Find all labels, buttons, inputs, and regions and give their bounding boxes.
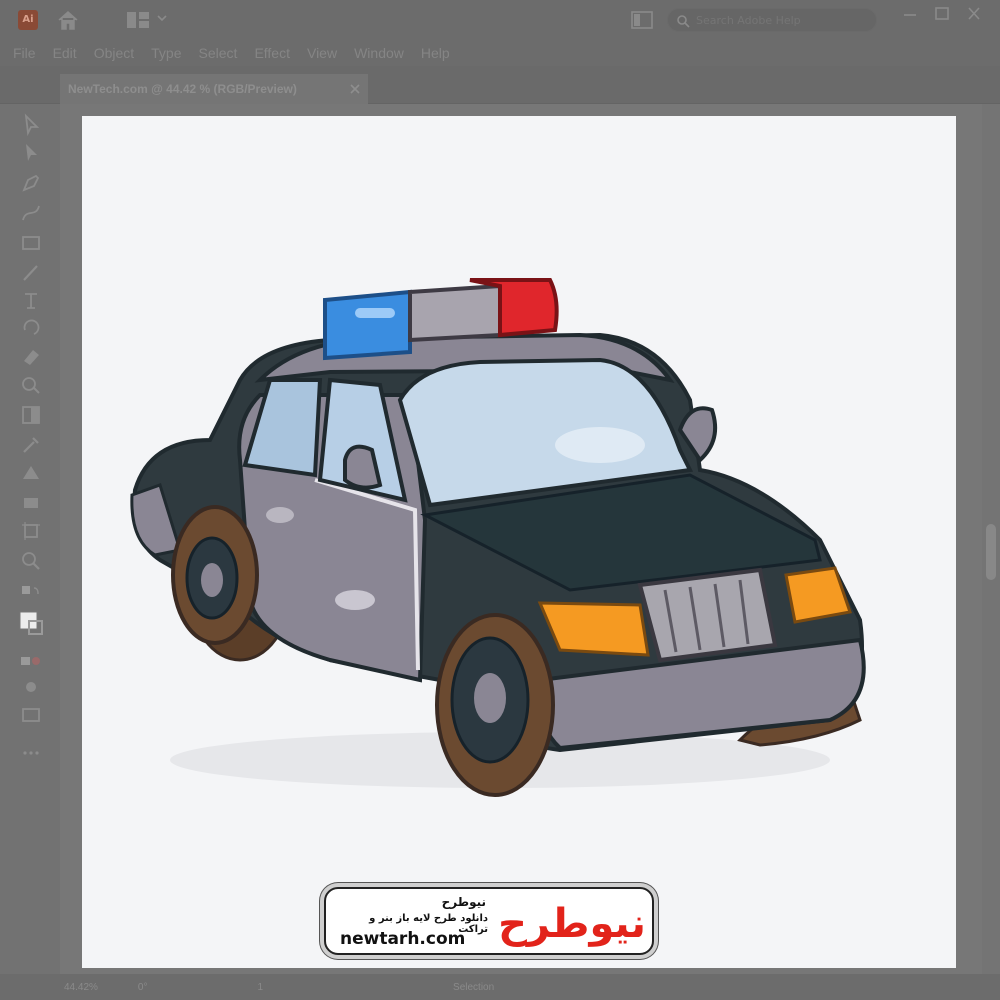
document-tab[interactable]: NewTech.com @ 44.42 % (RGB/Preview) xyxy=(60,74,368,104)
watermark-badge: نیوطرح دانلود طرح لایه باز بنر و تراکت n… xyxy=(324,887,654,955)
menu-view[interactable]: View xyxy=(307,45,337,61)
chevron-down-icon[interactable] xyxy=(156,12,168,24)
menu-effect[interactable]: Effect xyxy=(254,45,290,61)
minimize-icon[interactable] xyxy=(898,5,922,23)
svg-text:نیوطرح: نیوطرح xyxy=(498,901,646,947)
blend-tool-icon[interactable] xyxy=(18,460,44,486)
tab-close-icon[interactable] xyxy=(348,82,362,96)
watermark-title: نیوطرح xyxy=(441,895,486,909)
police-car-illustration[interactable] xyxy=(82,116,956,968)
brush-tool-icon[interactable] xyxy=(18,260,44,286)
zoom-tool-icon[interactable] xyxy=(18,548,44,574)
artboard-tool-icon[interactable] xyxy=(18,518,44,544)
canvas-area[interactable]: نیوطرح دانلود طرح لایه باز بنر و تراکت n… xyxy=(60,104,982,974)
menu-window[interactable]: Window xyxy=(354,45,404,61)
gradient-tool-icon[interactable] xyxy=(18,402,44,428)
artboard[interactable]: نیوطرح دانلود طرح لایه باز بنر و تراکت n… xyxy=(82,116,956,968)
menu-file[interactable]: File xyxy=(13,45,36,61)
rectangle-tool-icon[interactable] xyxy=(18,230,44,256)
rotate-tool-icon[interactable] xyxy=(18,314,44,340)
eraser-tool-icon[interactable] xyxy=(18,344,44,370)
symbol-sprayer-tool-icon[interactable] xyxy=(18,490,44,516)
more-tools-icon[interactable] xyxy=(18,740,44,766)
workspace-icon[interactable] xyxy=(126,11,150,29)
app-logo[interactable]: Ai xyxy=(18,10,38,30)
type-tool-icon[interactable] xyxy=(18,288,44,314)
pen-tool-icon[interactable] xyxy=(18,170,44,196)
search-box[interactable] xyxy=(667,8,877,32)
swap-colors-icon[interactable] xyxy=(18,582,44,608)
fill-stroke-swatch[interactable] xyxy=(18,610,44,636)
watermark-url: newtarh.com xyxy=(340,929,466,949)
title-bar: Ai xyxy=(0,0,1000,40)
draw-mode-icon[interactable] xyxy=(18,674,44,700)
artboard-number[interactable]: 1 xyxy=(257,982,263,993)
zoom-level[interactable]: 44.42% xyxy=(64,982,98,993)
current-tool-label: Selection xyxy=(453,981,495,993)
menu-bar: File Edit Object Type Select Effect View… xyxy=(0,40,1000,66)
menu-help[interactable]: Help xyxy=(421,45,450,61)
search-input[interactable] xyxy=(696,12,866,28)
status-bar: 44.42% 0° 1 Selection xyxy=(0,974,1000,1000)
rotation-value[interactable]: 0° xyxy=(138,982,148,993)
document-tab-bar: NewTech.com @ 44.42 % (RGB/Preview) xyxy=(0,66,1000,104)
curvature-tool-icon[interactable] xyxy=(18,200,44,226)
scrollbar-thumb[interactable] xyxy=(986,524,996,580)
tools-panel xyxy=(8,104,54,974)
menu-edit[interactable]: Edit xyxy=(53,45,77,61)
menu-object[interactable]: Object xyxy=(94,45,134,61)
close-icon[interactable] xyxy=(962,5,986,23)
menu-select[interactable]: Select xyxy=(199,45,238,61)
screen-mode-icon[interactable] xyxy=(18,702,44,728)
newtarh-logo-mark: نیوطرح xyxy=(498,901,646,947)
selection-tool-icon[interactable] xyxy=(18,112,44,138)
home-icon[interactable] xyxy=(56,9,80,31)
direct-selection-tool-icon[interactable] xyxy=(18,140,44,166)
eyedropper-tool-icon[interactable] xyxy=(18,432,44,458)
arrange-documents-icon[interactable] xyxy=(630,9,654,31)
document-tab-label: NewTech.com @ 44.42 % (RGB/Preview) xyxy=(68,82,297,96)
vertical-scrollbar[interactable] xyxy=(982,104,1000,974)
search-icon xyxy=(677,15,690,28)
menu-type[interactable]: Type xyxy=(151,45,181,61)
color-mode-icon[interactable] xyxy=(18,648,44,674)
maximize-icon[interactable] xyxy=(930,5,954,23)
shape-builder-tool-icon[interactable] xyxy=(18,372,44,398)
illustrator-window: Ai File Edit Object Type Select Effect xyxy=(0,0,1000,1000)
